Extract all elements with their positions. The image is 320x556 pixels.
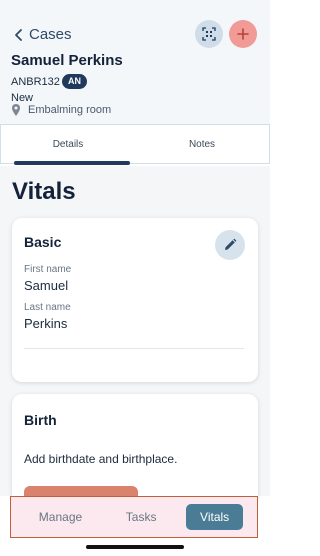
location-pin-icon [12, 104, 20, 116]
basic-card-title: Basic [24, 234, 62, 250]
tab-notes[interactable]: Notes [135, 125, 269, 163]
birth-card-title: Birth [24, 412, 57, 428]
detail-tabs: Details Notes [0, 124, 270, 164]
qr-scan-icon [202, 27, 216, 41]
nav-manage[interactable]: Manage [25, 504, 96, 530]
back-button[interactable]: Cases [12, 26, 72, 43]
plus-icon [237, 28, 249, 40]
case-location: Embalming room [11, 104, 111, 116]
tab-details[interactable]: Details [1, 125, 135, 163]
first-name-label: First name [24, 264, 72, 275]
status-badge: AN [62, 74, 87, 89]
nav-tasks[interactable]: Tasks [112, 504, 171, 530]
back-label: Cases [29, 26, 72, 43]
first-name-value: Samuel [24, 278, 69, 293]
qr-scan-button[interactable] [195, 20, 223, 48]
last-name-label: Last name [24, 302, 71, 313]
chevron-left-icon [15, 28, 22, 41]
location-label: Embalming room [28, 104, 112, 116]
page-title: Vitals [12, 178, 76, 205]
case-name: Samuel Perkins [11, 52, 123, 69]
card-divider [24, 348, 244, 349]
case-status: New [11, 92, 34, 104]
edit-button[interactable] [215, 230, 245, 260]
home-indicator [86, 545, 184, 549]
bottom-nav: Manage Tasks Vitals [10, 496, 258, 538]
case-id: ANBR132 [11, 76, 60, 88]
birth-card-text: Add birthdate and birthplace. [24, 452, 178, 466]
add-button[interactable] [229, 20, 257, 48]
nav-vitals[interactable]: Vitals [186, 504, 244, 530]
birth-card: Birth Add birthdate and birthplace. [12, 394, 258, 504]
last-name-value: Perkins [24, 316, 68, 331]
active-tab-indicator [14, 161, 130, 165]
case-header: Cases Samuel Perkins ANBR132 AN New Emba… [0, 0, 270, 124]
basic-card: Basic First name Samuel Last name Perkin… [12, 218, 258, 382]
pencil-icon [225, 238, 237, 250]
